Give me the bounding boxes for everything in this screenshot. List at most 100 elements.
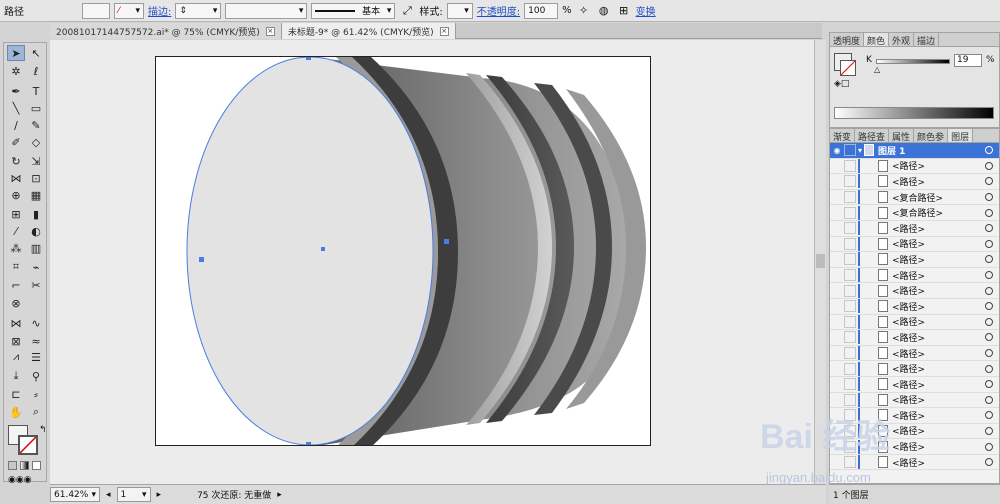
magic-wand-tool-icon[interactable]: ✲ <box>7 63 25 79</box>
target-circle-icon[interactable] <box>985 364 993 373</box>
join-tool-icon[interactable]: ⌐ <box>7 277 25 293</box>
layer-item-row[interactable]: <路径> <box>830 221 999 237</box>
stroke-swatch[interactable]: ⁄ ▾ <box>114 2 144 19</box>
target-circle-icon[interactable] <box>985 239 993 248</box>
layer-item-row[interactable]: <路径> <box>830 268 999 284</box>
zoom-tool-icon[interactable]: ⌕ <box>27 404 45 420</box>
envelope-tool-icon[interactable]: ⋈ <box>7 315 25 331</box>
tab-transparency[interactable]: 透明度 <box>830 33 865 47</box>
lock-toggle[interactable] <box>844 144 856 157</box>
pen-tool-icon[interactable]: ✒ <box>7 83 25 99</box>
expand-triangle-icon[interactable]: ▾ <box>858 146 862 155</box>
target-circle-icon[interactable] <box>985 395 993 404</box>
layer-row-1[interactable]: ◉ ▾ 图层 1 <box>830 143 999 159</box>
lock-toggle[interactable] <box>844 175 856 188</box>
artboard[interactable] <box>155 56 651 446</box>
stroke-link[interactable]: 描边: <box>148 3 171 18</box>
mesh-tool-icon[interactable]: ⊞ <box>7 206 25 222</box>
target-circle-icon[interactable] <box>985 208 993 217</box>
lock-toggle[interactable] <box>844 237 856 250</box>
page-next-icon[interactable]: ▸ <box>157 490 162 500</box>
target-circle-icon[interactable] <box>985 224 993 233</box>
eraser-tool-icon[interactable]: ◇ <box>27 134 45 150</box>
symbol-sprayer-tool-icon[interactable]: ⁂ <box>7 240 25 256</box>
page-prev-icon[interactable]: ◂ <box>106 490 111 500</box>
target-circle-icon[interactable] <box>985 458 993 467</box>
recolor-icon[interactable]: ✧ <box>576 3 592 19</box>
brush-dropdown[interactable]: 基本 ▾ <box>311 2 396 19</box>
lock-toggle[interactable] <box>844 269 856 282</box>
lock-toggle[interactable] <box>844 393 856 406</box>
target-circle-icon[interactable] <box>985 302 993 311</box>
layer-item-row[interactable]: <复合路径> <box>830 190 999 206</box>
target-icon[interactable]: ⊗ <box>7 295 25 311</box>
layer-item-row[interactable]: <路径> <box>830 283 999 299</box>
globe-icon[interactable]: ◍ <box>596 3 612 19</box>
status-menu-icon[interactable]: ▸ <box>277 490 282 500</box>
warp-tool-icon[interactable]: ∿ <box>27 315 45 331</box>
lasso-tool-icon[interactable]: ℓ <box>27 63 45 79</box>
layer-item-row[interactable]: <路径> <box>830 314 999 331</box>
artboard-tool-icon[interactable]: ⌗ <box>7 259 25 275</box>
draw-mode-icon[interactable]: ◉◉◉ <box>8 475 32 485</box>
anchor-point-left[interactable] <box>199 257 204 262</box>
target-circle-icon[interactable] <box>985 193 993 202</box>
tab-pathfinder[interactable]: 路径查 <box>855 129 890 143</box>
variable-width-dropdown[interactable]: ▾ <box>225 2 308 19</box>
tab-attributes[interactable]: 属性 <box>889 129 915 143</box>
target-circle-icon[interactable] <box>985 333 993 342</box>
lock-toggle[interactable] <box>844 362 856 375</box>
style-dropdown[interactable]: ▾ <box>446 2 473 19</box>
lock-toggle[interactable] <box>844 191 856 204</box>
scissors-tool-icon[interactable]: ✂ <box>27 277 45 293</box>
layer-item-row[interactable]: <路径> <box>830 330 999 346</box>
layer-item-row[interactable]: <路径> <box>830 377 999 393</box>
knife-icon[interactable]: ⸗ <box>27 386 45 402</box>
eyedropper-tool-icon[interactable]: ⁄ <box>7 223 25 239</box>
layer-item-row[interactable]: <路径> <box>830 158 999 175</box>
layer-item-row[interactable]: <路径> <box>830 252 999 268</box>
fill-swatch[interactable] <box>82 2 110 19</box>
selection-tool-icon[interactable]: ➤ <box>7 45 25 61</box>
stroke-color-swatch[interactable] <box>18 435 38 455</box>
tab-color[interactable]: 颜色 <box>864 33 890 47</box>
blob-brush-tool-icon[interactable]: ✐ <box>7 134 25 150</box>
lock-toggle[interactable] <box>844 315 856 328</box>
eyedropper-sample-icon[interactable]: ⤓ <box>7 368 25 384</box>
free-transform-tool-icon[interactable]: ⊡ <box>27 170 45 186</box>
layer-item-row[interactable]: <路径> <box>830 236 999 253</box>
close-icon[interactable]: × <box>439 26 449 36</box>
out-of-gamut-icon[interactable]: ◈□ <box>834 79 849 89</box>
grid-tool-icon[interactable]: ⊠ <box>7 333 25 349</box>
layer-item-row[interactable]: <路径> <box>830 174 999 190</box>
pencil-tool-icon[interactable]: ✎ <box>27 117 45 133</box>
layer-item-row[interactable]: <路径> <box>830 299 999 315</box>
swap-colors-icon[interactable]: ↰ <box>39 425 47 435</box>
color-mode-icon[interactable] <box>8 461 17 470</box>
lock-toggle[interactable] <box>844 378 856 391</box>
lock-toggle[interactable] <box>844 206 856 219</box>
layer-item-row[interactable]: <路径> <box>830 439 999 455</box>
stroke-weight-field[interactable]: ⇕ ▾ <box>175 2 222 19</box>
panel-stroke-swatch[interactable] <box>840 60 856 76</box>
lock-toggle[interactable] <box>844 409 856 422</box>
direct-selection-tool-icon[interactable]: ↖ <box>27 45 45 61</box>
gradient-mode-icon[interactable] <box>20 461 29 470</box>
column-graph-tool-icon[interactable]: ▥ <box>27 240 45 256</box>
line-tool-icon[interactable]: ╲ <box>7 100 25 116</box>
lock-toggle[interactable] <box>844 347 856 360</box>
target-circle-icon[interactable] <box>985 349 993 358</box>
k-slider[interactable] <box>876 59 950 64</box>
center-point[interactable] <box>321 247 325 251</box>
target-circle-icon[interactable] <box>985 442 993 451</box>
tab-stroke[interactable]: 描边 <box>914 33 940 47</box>
color-spectrum[interactable] <box>834 107 994 119</box>
layer-item-row[interactable]: <复合路径> <box>830 205 999 221</box>
tab-doc-2[interactable]: 未标题-9* @ 61.42% (CMYK/预览) × <box>281 23 456 39</box>
lock-toggle[interactable] <box>844 300 856 313</box>
width-tool-icon[interactable]: ⋈ <box>7 170 25 186</box>
scale-tool-icon[interactable]: ⇲ <box>27 153 45 169</box>
blend-tool-icon[interactable]: ◐ <box>27 223 45 239</box>
shape-builder-tool-icon[interactable]: ⊕ <box>7 187 25 203</box>
zoom-field[interactable]: 61.42% ▾ <box>50 487 100 502</box>
